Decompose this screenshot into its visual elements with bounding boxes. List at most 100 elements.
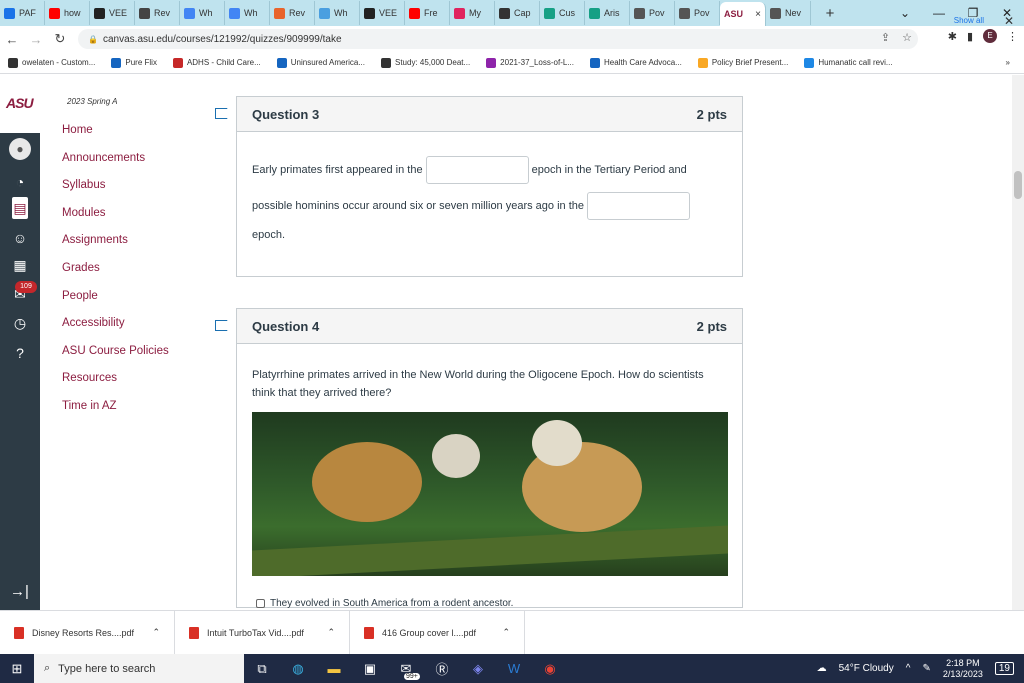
q3-blank-2-input[interactable] bbox=[587, 192, 691, 220]
course-nav-item[interactable]: Syllabus bbox=[62, 178, 169, 206]
tab-label: how bbox=[64, 8, 81, 18]
courses-icon[interactable]: ▤ bbox=[12, 197, 28, 219]
close-tab-icon[interactable]: × bbox=[755, 9, 761, 20]
browser-menu-icon[interactable]: ⋮ bbox=[1007, 30, 1018, 43]
clock[interactable]: 2:18 PM 2/13/2023 bbox=[943, 658, 983, 680]
browser-tab[interactable]: VEE bbox=[360, 1, 405, 25]
scrollbar-thumb[interactable] bbox=[1014, 171, 1022, 199]
browser-tab[interactable]: My bbox=[450, 1, 495, 25]
chrome-icon[interactable]: ◉ bbox=[532, 661, 568, 677]
browser-tab[interactable]: Nev bbox=[766, 1, 811, 25]
groups-icon[interactable]: ☺ bbox=[9, 227, 31, 249]
close-downloads-icon[interactable]: ✕ bbox=[1004, 14, 1014, 28]
browser-tab[interactable]: Rev bbox=[135, 1, 180, 25]
tray-chevron-icon[interactable]: ^ bbox=[906, 663, 911, 674]
course-nav-item[interactable]: Modules bbox=[62, 206, 169, 234]
show-all-downloads-link[interactable]: Show all bbox=[954, 16, 984, 25]
bookmark-item[interactable]: ADHS - Child Care... bbox=[165, 57, 269, 68]
asu-logo[interactable]: ASU bbox=[6, 95, 34, 111]
task-view-icon[interactable]: ⧉ bbox=[244, 661, 280, 677]
notification-count[interactable]: 19 bbox=[994, 662, 1014, 675]
bookmark-item[interactable]: Humanatic call revi... bbox=[796, 57, 900, 68]
flag-question-4-icon[interactable] bbox=[215, 320, 230, 331]
history-icon[interactable]: ◷ bbox=[9, 312, 31, 334]
weather-text[interactable]: 54°F Cloudy bbox=[839, 663, 894, 674]
bookmark-item[interactable]: Study: 45,000 Deat... bbox=[373, 57, 478, 68]
edge-icon[interactable]: ◍ bbox=[280, 661, 316, 677]
bookmark-item[interactable]: Health Care Advoca... bbox=[582, 57, 690, 68]
collapse-nav-icon[interactable]: →| bbox=[10, 583, 29, 600]
download-item[interactable]: Disney Resorts Res....pdf ⌃ bbox=[0, 610, 175, 655]
course-nav-item[interactable]: Accessibility bbox=[62, 316, 169, 344]
browser-tab[interactable]: Wh bbox=[315, 1, 360, 25]
browser-tab[interactable]: Cap bbox=[495, 1, 540, 25]
back-button[interactable]: ← bbox=[0, 32, 24, 47]
question-4-points: 2 pts bbox=[696, 318, 727, 334]
file-explorer-icon[interactable]: ▬ bbox=[316, 661, 352, 676]
windows-start-icon[interactable]: ⊞ bbox=[0, 661, 34, 677]
browser-tab[interactable]: Pov bbox=[675, 1, 720, 25]
side-panel-icon[interactable]: ▮ bbox=[967, 30, 973, 43]
browser-tab[interactable]: Pov bbox=[630, 1, 675, 25]
store-icon[interactable]: ▣ bbox=[352, 661, 388, 677]
tab-favicon-icon bbox=[499, 7, 510, 19]
share-icon[interactable]: ⇪ bbox=[881, 31, 890, 44]
q3-blank-1-input[interactable] bbox=[425, 156, 529, 184]
course-nav-item[interactable]: Resources bbox=[62, 371, 169, 399]
url-text[interactable]: canvas.asu.edu/courses/121992/quizzes/90… bbox=[103, 34, 342, 45]
forward-button[interactable]: → bbox=[24, 32, 48, 47]
download-item[interactable]: 416 Group cover l....pdf ⌃ bbox=[350, 610, 525, 655]
word-icon[interactable]: W bbox=[496, 661, 532, 676]
minimize-button[interactable]: — bbox=[922, 6, 956, 20]
course-nav-item[interactable]: Time in AZ bbox=[62, 399, 169, 427]
active-browser-tab[interactable]: ASU × bbox=[720, 2, 766, 26]
reload-button[interactable]: ↻ bbox=[48, 31, 72, 47]
tab-label: Cap bbox=[514, 8, 531, 18]
flag-question-3-icon[interactable] bbox=[215, 108, 230, 119]
browser-tab[interactable]: how bbox=[45, 1, 90, 25]
browser-tab[interactable]: PAF bbox=[0, 1, 45, 25]
browser-tab[interactable]: Aris bbox=[585, 1, 630, 25]
q4-option-1[interactable]: They evolved in South America from a rod… bbox=[256, 598, 513, 609]
browser-tab[interactable]: Rev bbox=[270, 1, 315, 25]
dashboard-icon[interactable]: ◔ bbox=[9, 171, 31, 193]
tab-label: PAF bbox=[19, 8, 36, 18]
bookmark-item[interactable]: owelaten - Custom... bbox=[0, 57, 103, 68]
chevron-up-icon[interactable]: ⌃ bbox=[152, 627, 160, 638]
profile-r-icon[interactable]: Ⓡ bbox=[424, 659, 460, 678]
bookmark-star-icon[interactable]: ☆ bbox=[902, 31, 912, 44]
browser-tab[interactable]: Wh bbox=[225, 1, 270, 25]
chevron-up-icon[interactable]: ⌃ bbox=[502, 627, 510, 638]
course-nav-item[interactable]: Announcements bbox=[62, 151, 169, 179]
bookmark-item[interactable]: Policy Brief Present... bbox=[690, 57, 796, 68]
tab-search-icon[interactable]: ⌄ bbox=[888, 6, 922, 20]
omnibox[interactable]: 🔒 canvas.asu.edu/courses/121992/quizzes/… bbox=[78, 29, 918, 49]
mail-icon[interactable]: ✉ 99+ bbox=[388, 661, 424, 680]
course-nav-item[interactable]: People bbox=[62, 289, 169, 317]
pen-icon[interactable]: ✎ bbox=[922, 663, 930, 674]
course-nav-item[interactable]: Grades bbox=[62, 261, 169, 289]
bookmark-item[interactable]: Uninsured America... bbox=[269, 57, 373, 68]
browser-tab[interactable]: Cus bbox=[540, 1, 585, 25]
chevron-up-icon[interactable]: ⌃ bbox=[327, 627, 335, 638]
browser-tab[interactable]: VEE bbox=[90, 1, 135, 25]
profile-avatar[interactable]: E bbox=[983, 29, 997, 43]
account-avatar-icon[interactable]: ● bbox=[9, 138, 31, 160]
course-nav-item[interactable]: ASU Course Policies bbox=[62, 344, 169, 372]
course-nav-item[interactable]: Home bbox=[62, 123, 169, 151]
taskbar-search[interactable]: ⌕ Type here to search bbox=[34, 654, 244, 683]
bookmark-item[interactable]: 2021-37_Loss-of-L... bbox=[478, 57, 582, 68]
page-scrollbar[interactable] bbox=[1012, 75, 1024, 610]
q4-option-1-checkbox[interactable] bbox=[256, 599, 265, 608]
extensions-puzzle-icon[interactable]: ✱ bbox=[948, 30, 957, 43]
browser-tab[interactable]: Fre bbox=[405, 1, 450, 25]
new-tab-button[interactable]: + bbox=[819, 5, 841, 22]
download-item[interactable]: Intuit TurboTax Vid....pdf ⌃ bbox=[175, 610, 350, 655]
calendar-icon[interactable]: ▦ bbox=[9, 254, 31, 276]
help-icon[interactable]: ? bbox=[9, 342, 31, 364]
bookmarks-overflow-icon[interactable]: » bbox=[1006, 58, 1024, 67]
browser-tab[interactable]: Wh bbox=[180, 1, 225, 25]
course-nav-item[interactable]: Assignments bbox=[62, 233, 169, 261]
teams-icon[interactable]: ◈ bbox=[460, 661, 496, 677]
bookmark-item[interactable]: Pure Flix bbox=[103, 57, 165, 68]
